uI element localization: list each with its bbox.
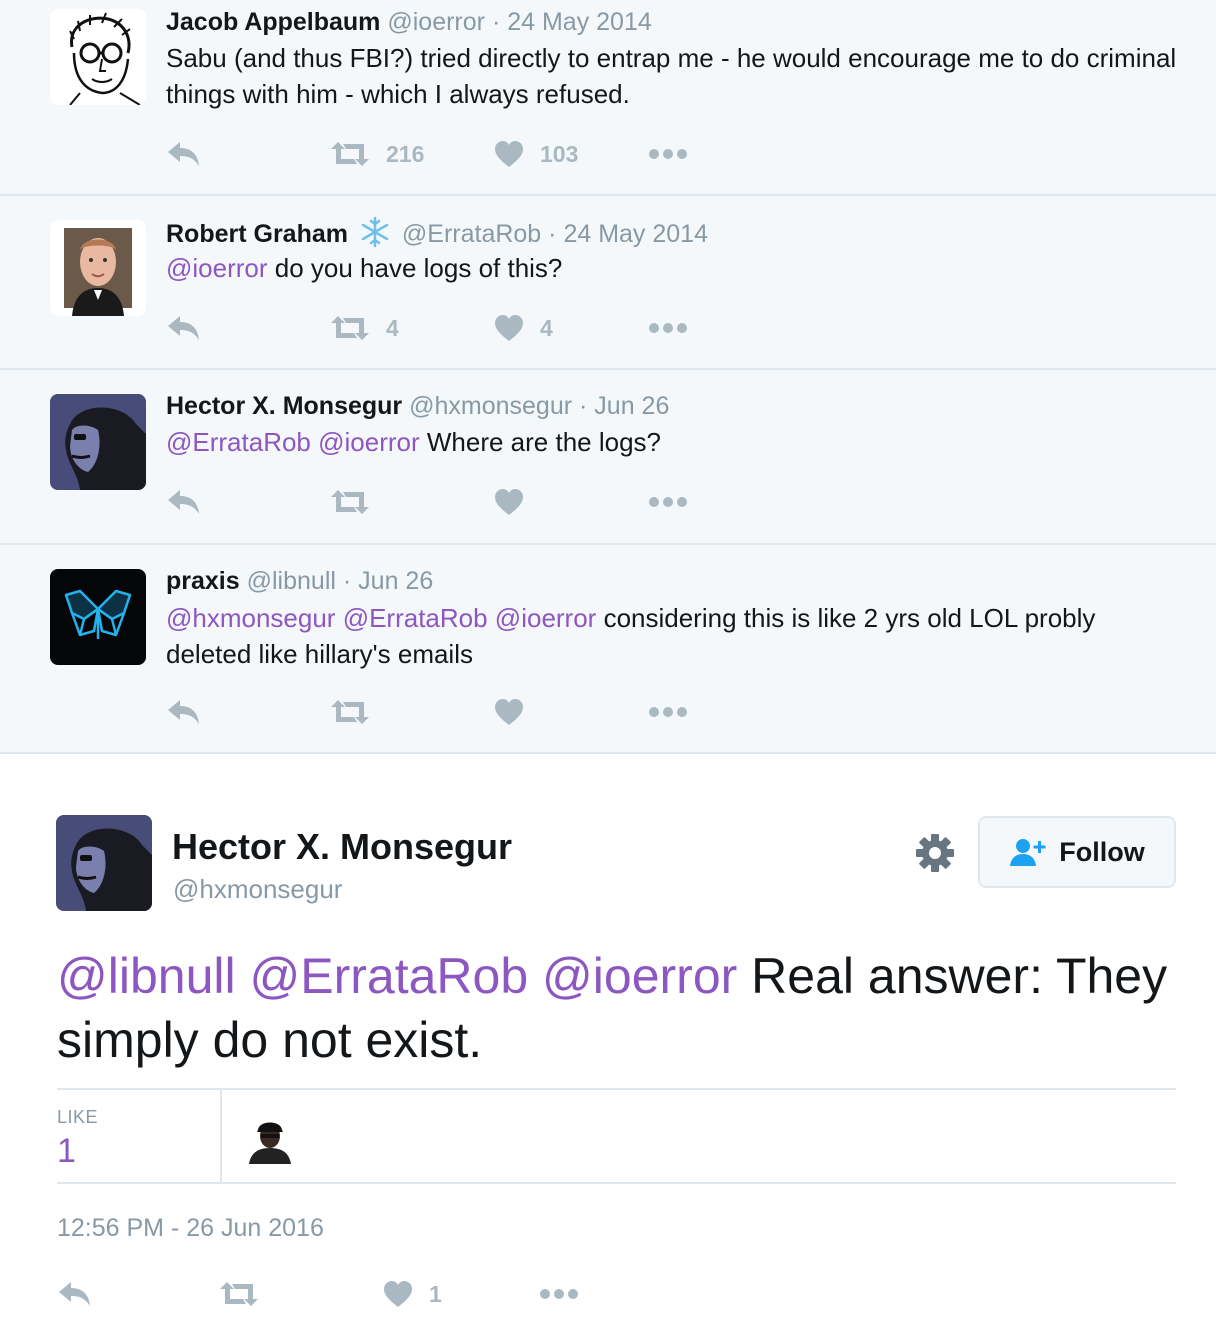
like-count: 103 <box>540 140 579 167</box>
tweet-text: Sabu (and thus FBI?) tried directly to e… <box>166 43 1177 109</box>
like-count: 1 <box>429 1280 442 1307</box>
mention-link[interactable]: @hxmonsegur @ErrataRob @ioerror <box>166 603 596 633</box>
avatar[interactable] <box>56 815 152 911</box>
avatar[interactable] <box>50 9 146 105</box>
reply-button[interactable] <box>166 482 202 522</box>
more-icon <box>649 149 687 159</box>
like-stat-label: LIKE <box>57 1107 99 1127</box>
tweet-actions <box>166 692 766 732</box>
tweet-actions: 216 103 <box>166 134 766 174</box>
tweet-text: @hxmonsegur @ErrataRob @ioerror consider… <box>166 600 1186 672</box>
reply-icon <box>168 700 199 724</box>
tweet-text: @ErrataRob @ioerror Where are the logs? <box>166 424 1186 460</box>
like-stat-count[interactable]: 1 <box>57 1132 76 1171</box>
retweet-button[interactable]: 4 <box>330 308 399 348</box>
reply-icon <box>168 142 199 166</box>
retweet-icon <box>331 700 369 724</box>
author-handle[interactable]: @ioerror <box>387 8 485 36</box>
mention-link[interactable]: @ioerror <box>166 253 268 283</box>
gear-icon <box>916 834 954 872</box>
more-icon <box>649 707 687 717</box>
follow-label: Follow <box>1059 836 1145 867</box>
author-handle[interactable]: @hxmonsegur <box>173 874 342 905</box>
tweet-text-content: Where are the logs? <box>419 427 661 457</box>
thread-tweet[interactable]: Jacob Appelbaum @ioerror · 24 May 2014 S… <box>0 0 1216 196</box>
avatar[interactable] <box>50 220 146 316</box>
more-icon <box>649 497 687 507</box>
reply-button[interactable] <box>57 1274 93 1314</box>
like-button[interactable]: 4 <box>494 308 553 348</box>
heart-icon <box>384 1281 412 1307</box>
retweet-count: 216 <box>386 140 425 167</box>
reply-button[interactable] <box>166 692 202 732</box>
retweet-icon <box>220 1282 258 1306</box>
thread-tweet[interactable]: Hector X. Monsegur @hxmonsegur · Jun 26 … <box>0 370 1216 545</box>
reply-button[interactable] <box>166 308 202 348</box>
like-button[interactable]: 103 <box>494 134 578 174</box>
author-name[interactable]: Robert Graham <box>166 220 348 248</box>
retweet-icon <box>331 142 369 166</box>
thread-tweet[interactable]: Robert Graham @ErrataRob · 24 May 2014 @… <box>0 196 1216 370</box>
more-button[interactable] <box>539 1274 579 1314</box>
tweet-actions: 4 4 <box>166 308 766 348</box>
more-button[interactable] <box>648 692 688 732</box>
heart-icon <box>495 141 523 167</box>
tweet-text: @ioerror do you have logs of this? <box>166 250 1186 286</box>
heart-icon <box>495 315 523 341</box>
author-name[interactable]: praxis <box>166 567 240 595</box>
tweet-actions <box>166 482 766 522</box>
tweet-date[interactable]: · 24 May 2014 <box>492 8 652 36</box>
tweet-date[interactable]: · 24 May 2014 <box>548 220 708 248</box>
tweet-date[interactable]: · Jun 26 <box>579 392 669 420</box>
retweet-button[interactable] <box>219 1274 259 1314</box>
tweet-text: @libnull @ErrataRob @ioerror Real answer… <box>57 944 1177 1072</box>
follow-button[interactable]: Follow <box>978 816 1176 888</box>
author-name[interactable]: Hector X. Monsegur <box>166 392 402 420</box>
more-icon <box>649 323 687 333</box>
more-icon <box>540 1289 578 1299</box>
retweet-count: 4 <box>386 314 399 341</box>
tweet-text-content: do you have logs of this? <box>267 253 563 283</box>
like-button[interactable]: 1 <box>383 1274 442 1314</box>
liker-avatar[interactable] <box>245 1114 295 1164</box>
tweet-timestamp[interactable]: 12:56 PM - 26 Jun 2016 <box>57 1214 324 1243</box>
reply-icon <box>168 316 199 340</box>
more-button[interactable] <box>648 482 688 522</box>
heart-icon <box>495 699 523 725</box>
reply-button[interactable] <box>166 134 202 174</box>
author-handle[interactable]: @libnull <box>247 567 336 595</box>
mention-link[interactable]: @ErrataRob @ioerror <box>166 427 420 457</box>
conversation-thread: Jacob Appelbaum @ioerror · 24 May 2014 S… <box>0 0 1216 754</box>
author-handle[interactable]: @hxmonsegur <box>409 392 572 420</box>
like-button[interactable] <box>494 692 524 732</box>
main-tweet: Hector X. Monsegur @hxmonsegur Follow @l… <box>0 754 1216 1328</box>
mention-link[interactable]: @libnull @ErrataRob @ioerror <box>57 948 737 1004</box>
author-name[interactable]: Hector X. Monsegur <box>172 826 512 868</box>
tweet-actions: 1 <box>57 1274 657 1314</box>
divider <box>220 1090 222 1184</box>
more-button[interactable] <box>648 134 688 174</box>
like-button[interactable] <box>494 482 524 522</box>
snowflake-icon <box>361 216 389 248</box>
retweet-icon <box>331 316 369 340</box>
retweet-icon <box>331 490 369 514</box>
retweet-button[interactable] <box>330 692 370 732</box>
tweet-stats: LIKE 1 <box>57 1088 1176 1184</box>
settings-button[interactable] <box>915 833 955 873</box>
reply-icon <box>59 1282 90 1306</box>
thread-tweet[interactable]: praxis @libnull · Jun 26 @hxmonsegur @Er… <box>0 545 1216 754</box>
add-user-icon <box>1010 839 1046 866</box>
more-button[interactable] <box>648 308 688 348</box>
retweet-button[interactable] <box>330 482 370 522</box>
author-handle[interactable]: @ErrataRob <box>402 220 541 248</box>
retweet-button[interactable]: 216 <box>330 134 424 174</box>
avatar[interactable] <box>50 394 146 490</box>
reply-icon <box>168 490 199 514</box>
author-name[interactable]: Jacob Appelbaum <box>166 8 380 36</box>
tweet-date[interactable]: · Jun 26 <box>343 567 433 595</box>
heart-icon <box>495 489 523 515</box>
avatar[interactable] <box>50 569 146 665</box>
like-count: 4 <box>540 314 553 341</box>
